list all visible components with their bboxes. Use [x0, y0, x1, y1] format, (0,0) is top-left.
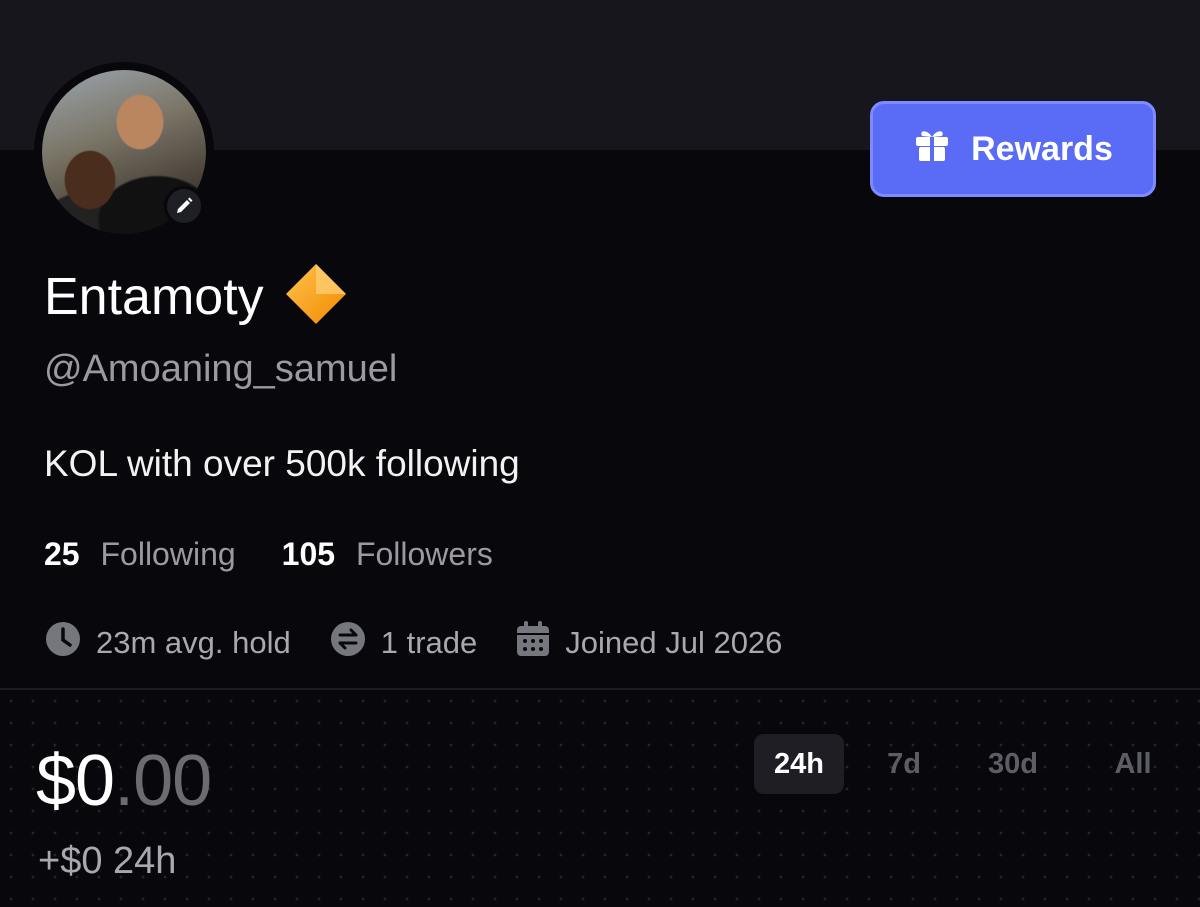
avg-hold-stat: 23m avg. hold — [44, 620, 291, 666]
calendar-icon — [515, 620, 551, 666]
gift-icon — [913, 126, 951, 173]
meta-stats: 23m avg. hold 1 trade Joined Jul 2026 — [44, 620, 782, 666]
trades-stat: 1 trade — [329, 620, 478, 666]
following-label: Following — [100, 536, 236, 572]
trades-text: 1 trade — [380, 625, 478, 660]
follow-stats: 25 Following 105 Followers — [44, 536, 493, 573]
orange-diamond-icon — [284, 262, 348, 331]
following-count: 25 — [44, 536, 80, 572]
name-row: Entamoty — [44, 262, 348, 331]
bio-text: KOL with over 500k following — [44, 443, 520, 484]
tab-30d[interactable]: 30d — [958, 734, 1068, 794]
pencil-icon[interactable] — [164, 186, 204, 226]
followers-label: Followers — [355, 536, 493, 572]
tab-24h[interactable]: 24h — [754, 734, 844, 794]
balance-decimals: .00 — [114, 741, 212, 821]
followers-count: 105 — [281, 536, 336, 572]
balance-change: +$0 24h — [38, 840, 177, 882]
followers-link[interactable]: 105 Followers — [282, 536, 493, 573]
following-link[interactable]: 25 Following — [44, 536, 236, 573]
swap-icon — [329, 620, 367, 666]
clock-icon — [44, 620, 82, 666]
joined-text: Joined Jul 2026 — [565, 625, 783, 660]
avg-hold-text: 23m avg. hold — [96, 625, 291, 660]
user-handle: @Amoaning_samuel — [44, 348, 398, 390]
rewards-label: Rewards — [971, 129, 1113, 168]
joined-stat: Joined Jul 2026 — [515, 620, 782, 666]
tab-7d[interactable]: 7d — [854, 734, 954, 794]
display-name: Entamoty — [44, 267, 264, 326]
balance-integer: $0 — [36, 741, 115, 821]
rewards-button[interactable]: Rewards — [870, 101, 1156, 197]
tab-all[interactable]: All — [1088, 734, 1178, 794]
timeframe-tabs: 24h 7d 30d All — [754, 734, 1178, 794]
portfolio-balance: $0.00 — [36, 740, 212, 822]
